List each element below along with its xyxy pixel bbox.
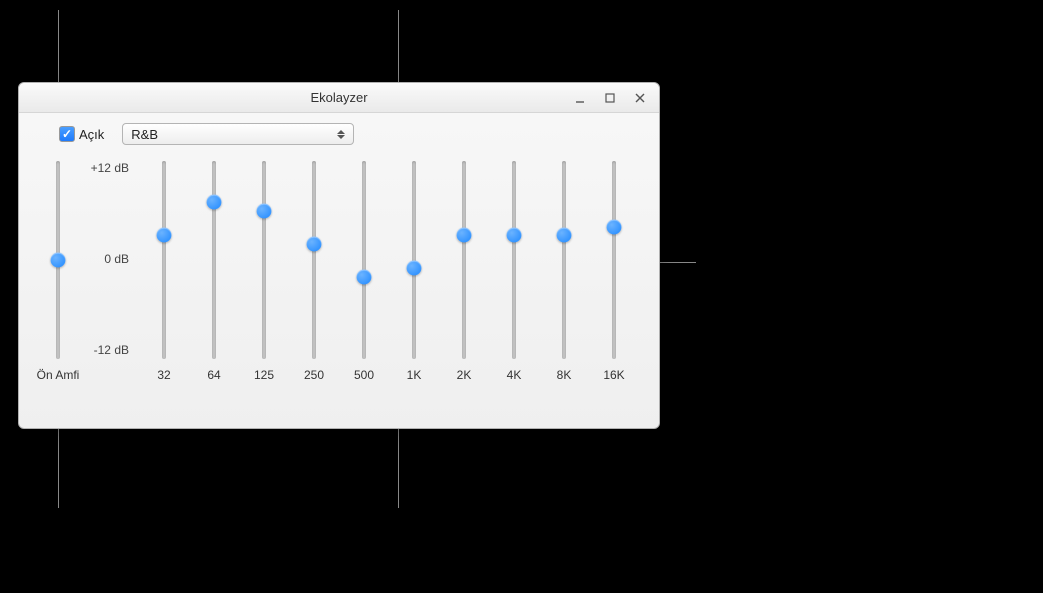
band-column-16K: 16K: [593, 155, 635, 385]
band-slider-250[interactable]: [293, 155, 335, 365]
enable-checkbox-wrap: Açık: [59, 126, 104, 142]
band-column-2K: 2K: [443, 155, 485, 385]
eq-body: Ön Amfi +12 dB 0 dB -12 dB 32 64 125 250 500…: [37, 155, 641, 385]
band-label: 125: [254, 365, 274, 385]
band-label: 8K: [557, 365, 572, 385]
band-column-500: 500: [343, 155, 385, 385]
band-thumb-250[interactable]: [307, 236, 322, 251]
band-label: 32: [157, 365, 170, 385]
window-content: Açık R&B Ön Amfi: [19, 113, 659, 428]
scale-min: -12 dB: [94, 343, 129, 357]
equalizer-window: Ekolayzer Açık R&B: [18, 82, 660, 429]
enable-checkbox-label: Açık: [79, 127, 104, 142]
band-thumb-16K[interactable]: [607, 219, 622, 234]
band-slider-32[interactable]: [143, 155, 185, 365]
band-column-4K: 4K: [493, 155, 535, 385]
band-column-125: 125: [243, 155, 285, 385]
band-label: 1K: [407, 365, 422, 385]
band-thumb-64[interactable]: [207, 195, 222, 210]
band-slider-1K[interactable]: [393, 155, 435, 365]
band-column-64: 64: [193, 155, 235, 385]
window-controls: [567, 83, 653, 113]
titlebar: Ekolayzer: [19, 83, 659, 113]
minimize-button[interactable]: [567, 89, 593, 107]
band-column-32: 32: [143, 155, 185, 385]
preset-dropdown[interactable]: R&B: [122, 123, 354, 145]
band-label: 2K: [457, 365, 472, 385]
band-column-1K: 1K: [393, 155, 435, 385]
band-slider-8K[interactable]: [543, 155, 585, 365]
band-slider-64[interactable]: [193, 155, 235, 365]
preamp-column: Ön Amfi: [37, 155, 79, 385]
band-slider-125[interactable]: [243, 155, 285, 365]
scale-max: +12 dB: [91, 161, 129, 175]
preset-dropdown-value: R&B: [131, 127, 158, 142]
band-thumb-500[interactable]: [357, 269, 372, 284]
band-slider-16K[interactable]: [593, 155, 635, 365]
window-title: Ekolayzer: [310, 90, 367, 105]
scale-mid: 0 dB: [104, 252, 129, 266]
band-thumb-4K[interactable]: [507, 228, 522, 243]
top-row: Açık R&B: [59, 123, 641, 145]
band-label: 16K: [603, 365, 624, 385]
band-thumb-125[interactable]: [257, 203, 272, 218]
band-thumb-2K[interactable]: [457, 228, 472, 243]
band-label: 500: [354, 365, 374, 385]
dropdown-arrows-icon: [337, 130, 345, 139]
band-thumb-8K[interactable]: [557, 228, 572, 243]
band-slider-4K[interactable]: [493, 155, 535, 365]
band-label: 64: [207, 365, 220, 385]
db-scale: +12 dB 0 dB -12 dB: [79, 155, 137, 385]
preamp-thumb[interactable]: [51, 253, 66, 268]
preamp-label: Ön Amfi: [37, 365, 80, 385]
enable-checkbox[interactable]: [59, 126, 75, 142]
band-column-8K: 8K: [543, 155, 585, 385]
band-thumb-32[interactable]: [157, 228, 172, 243]
band-thumb-1K[interactable]: [407, 261, 422, 276]
band-column-250: 250: [293, 155, 335, 385]
band-label: 250: [304, 365, 324, 385]
maximize-button[interactable]: [597, 89, 623, 107]
maximize-icon: [604, 92, 616, 104]
close-icon: [634, 92, 646, 104]
band-label: 4K: [507, 365, 522, 385]
band-slider-2K[interactable]: [443, 155, 485, 365]
close-button[interactable]: [627, 89, 653, 107]
minimize-icon: [574, 92, 586, 104]
band-slider-500[interactable]: [343, 155, 385, 365]
preamp-slider[interactable]: [37, 155, 79, 365]
bands-container: 32 64 125 250 500 1K 2K 4K 8K 16K: [137, 155, 641, 385]
